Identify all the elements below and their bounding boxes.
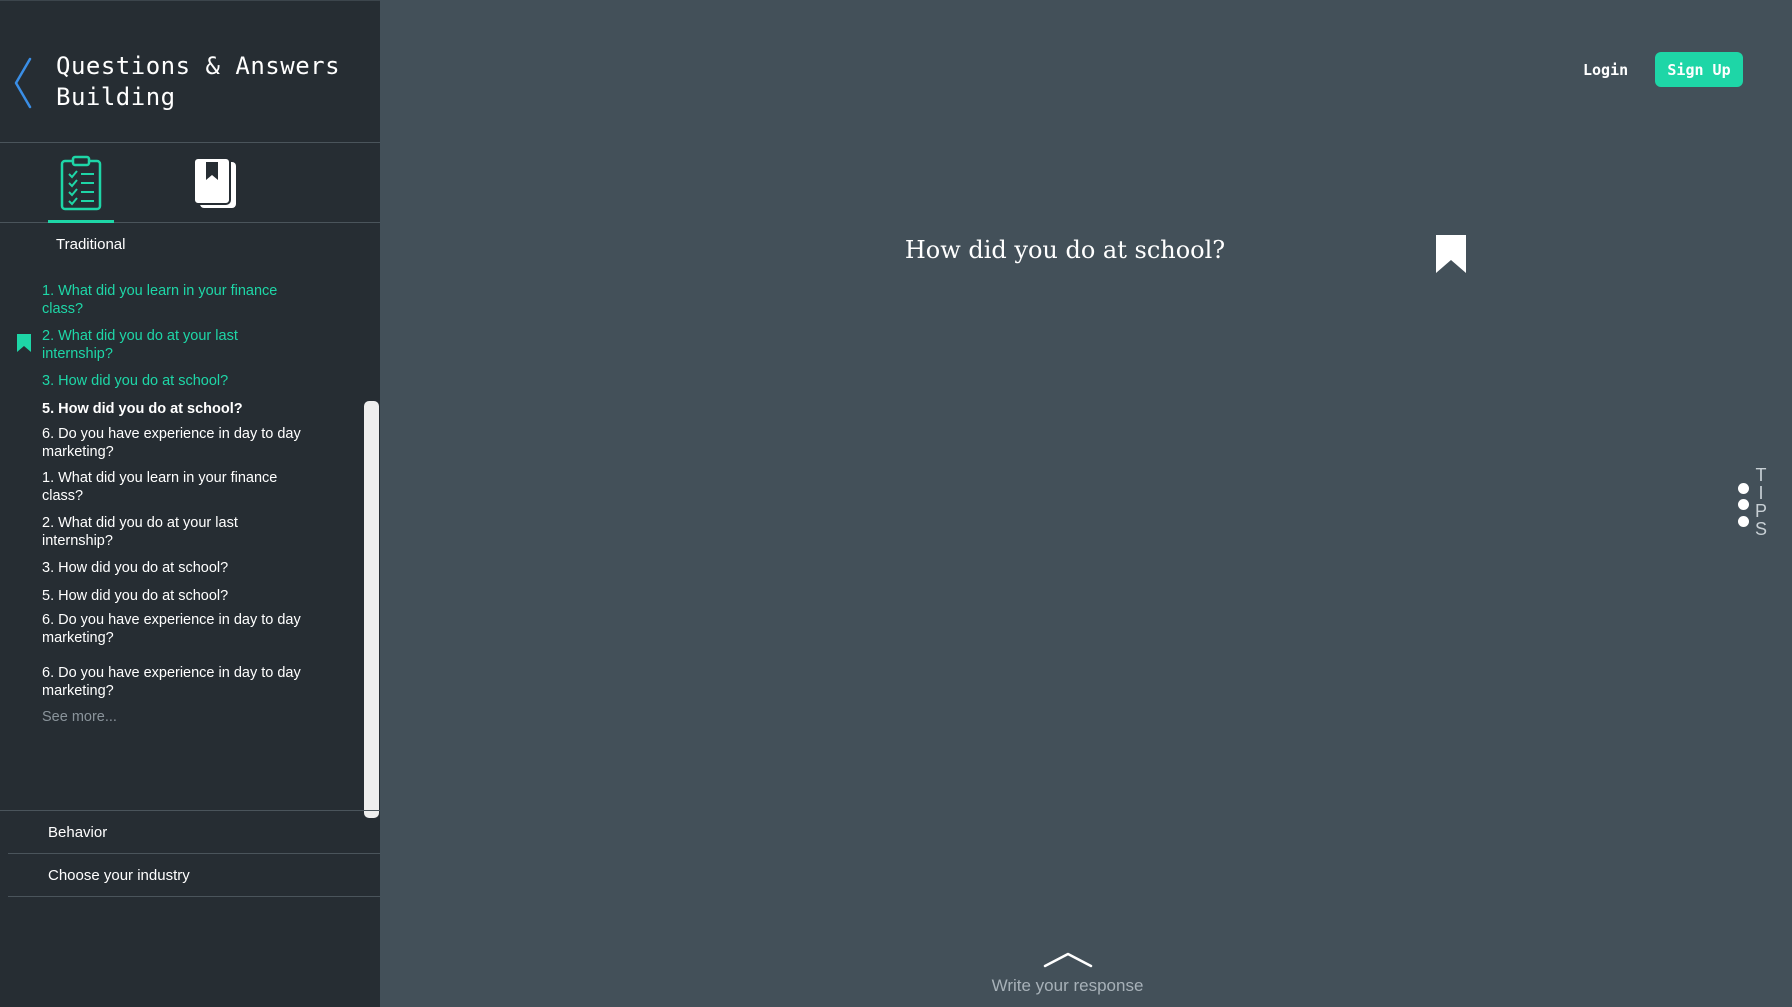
chevron-up-icon: [1043, 952, 1093, 968]
tips-letter: T: [1755, 465, 1767, 485]
dot-icon: [1738, 516, 1749, 527]
list-item[interactable]: 6. Do you have experience in day to day …: [42, 664, 302, 700]
see-more-link[interactable]: See more...: [42, 709, 117, 725]
scrollbar-thumb[interactable]: [364, 401, 379, 818]
login-link[interactable]: Login: [1583, 61, 1628, 79]
tips-letter: S: [1754, 519, 1767, 539]
list-item[interactable]: 5. How did you do at school?: [42, 587, 302, 605]
list-item[interactable]: 1. What did you learn in your finance cl…: [42, 282, 302, 318]
category-label: Behavior: [48, 824, 108, 841]
dot-icon: [1738, 483, 1749, 494]
app-title: Questions & Answers Building: [56, 52, 341, 111]
sidebar-tabs: [0, 143, 380, 223]
tips-label: T I P S: [1754, 466, 1768, 538]
write-response-toggle[interactable]: Write your response: [980, 950, 1180, 1002]
sidebar-scrollbar[interactable]: [362, 401, 380, 818]
back-chevron-icon[interactable]: [12, 57, 34, 109]
tips-letter: I: [1758, 483, 1764, 503]
bookmark-icon[interactable]: [1436, 235, 1466, 273]
question-title: How did you do at school?: [904, 236, 1226, 264]
list-item[interactable]: 6. Do you have experience in day to day …: [42, 611, 302, 647]
list-item[interactable]: 1. What did you learn in your finance cl…: [42, 469, 302, 505]
category-label: Choose your industry: [48, 867, 190, 884]
section-title: Traditional: [56, 236, 126, 253]
list-item[interactable]: 3. How did you do at school?: [42, 559, 302, 577]
dot-icon: [1738, 499, 1749, 510]
list-item[interactable]: 2. What did you do at your last internsh…: [42, 327, 302, 363]
signup-button[interactable]: Sign Up: [1655, 52, 1743, 87]
question-list: 1. What did you learn in your finance cl…: [0, 282, 360, 742]
sidebar: Questions & Answers Building Traditional…: [0, 0, 380, 1007]
write-response-label: Write your response: [991, 976, 1144, 995]
tab-questions[interactable]: [48, 143, 114, 223]
tips-toggle[interactable]: T I P S: [1732, 466, 1768, 546]
tab-library[interactable]: [182, 143, 248, 223]
list-item[interactable]: 2. What did you do at your last internsh…: [42, 514, 302, 550]
list-item[interactable]: 6. Do you have experience in day to day …: [42, 425, 302, 461]
category-behavior[interactable]: Behavior: [0, 810, 380, 854]
book-icon: [193, 157, 236, 208]
bookmark-icon: [17, 334, 31, 352]
category-industry[interactable]: Choose your industry: [8, 853, 380, 897]
list-item[interactable]: 3. How did you do at school?: [42, 372, 302, 390]
sidebar-header: Questions & Answers Building: [0, 1, 380, 143]
list-item[interactable]: 5. How did you do at school?: [42, 400, 302, 418]
tips-letter: P: [1754, 501, 1767, 521]
clipboard-checklist-icon: [60, 155, 102, 211]
